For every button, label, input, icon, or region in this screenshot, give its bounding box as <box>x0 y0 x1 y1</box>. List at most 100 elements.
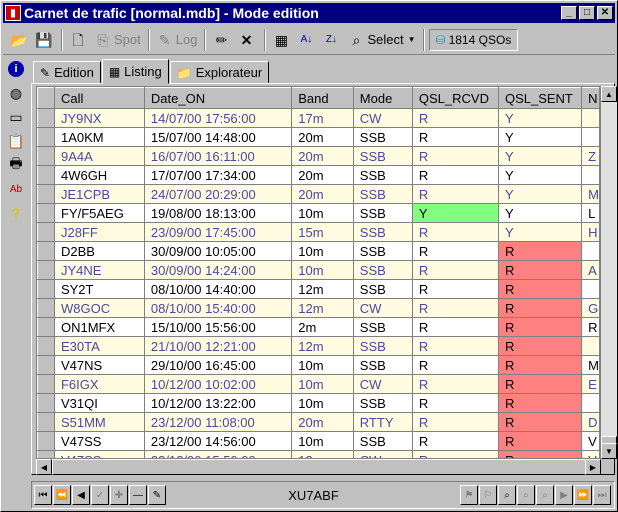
qsl-sent-cell[interactable]: R <box>498 431 583 451</box>
date-cell[interactable]: 08/10/00 14:40:00 <box>144 279 293 299</box>
row-indicator[interactable] <box>37 393 55 413</box>
title-bar[interactable]: ▮ Carnet de trafic [normal.mdb] - Mode e… <box>3 3 615 23</box>
qsl-rcvd-cell[interactable]: R <box>412 260 499 280</box>
qsl-sent-cell[interactable]: Y <box>498 108 583 128</box>
band-cell[interactable]: 12m <box>291 450 354 458</box>
band-cell[interactable]: 20m <box>291 165 354 185</box>
table-row[interactable]: JY9NX 14/07/00 17:56:00 17m CW R Y <box>37 108 600 128</box>
note-cell[interactable]: H <box>581 222 600 242</box>
date-cell[interactable]: 23/12/00 14:56:00 <box>144 431 293 451</box>
band-cell[interactable]: 17m <box>291 108 354 128</box>
qsl-sent-cell[interactable]: R <box>498 450 583 458</box>
mode-cell[interactable]: SSB <box>353 431 413 451</box>
nav-insert-button[interactable]: ✚ <box>110 485 128 505</box>
note-cell[interactable] <box>581 165 600 185</box>
mode-cell[interactable]: SSB <box>353 393 413 413</box>
qsl-rcvd-cell[interactable]: Y <box>412 203 499 223</box>
row-indicator[interactable] <box>37 279 55 299</box>
print-button[interactable]: 🖶 <box>5 155 27 175</box>
band-cell[interactable]: 20m <box>291 127 354 147</box>
mode-cell[interactable]: SSB <box>353 165 413 185</box>
sort-ascending-button[interactable]: A↓ <box>295 28 320 52</box>
call-cell[interactable]: V31QI <box>54 393 145 413</box>
band-cell[interactable]: 10m <box>291 203 354 223</box>
column-header-call[interactable]: Call <box>53 87 145 109</box>
nav-prev-page-button[interactable]: ⏪ <box>53 485 71 505</box>
qsl-rcvd-cell[interactable]: R <box>412 127 499 147</box>
date-cell[interactable]: 16/07/00 16:11:00 <box>144 146 293 166</box>
nav-bookmark-button[interactable]: ⚐ <box>479 485 497 505</box>
qsl-rcvd-cell[interactable]: R <box>412 450 499 458</box>
column-header-band[interactable]: Band <box>291 87 354 109</box>
call-cell[interactable]: 9A4A <box>54 146 145 166</box>
row-indicator[interactable] <box>37 127 55 147</box>
clipboard-button[interactable]: 📋 <box>5 131 27 151</box>
nav-filter-button[interactable]: ⚑ <box>460 485 478 505</box>
date-cell[interactable]: 23/12/00 11:08:00 <box>144 412 293 432</box>
note-cell[interactable]: M <box>581 184 600 204</box>
row-indicator[interactable] <box>37 203 55 223</box>
call-cell[interactable]: ON1MFX <box>54 317 145 337</box>
edit-button[interactable]: ✏ <box>210 28 235 52</box>
qsl-rcvd-cell[interactable]: R <box>412 374 499 394</box>
note-cell[interactable] <box>581 108 600 128</box>
date-cell[interactable]: 10/12/00 13:22:00 <box>144 393 293 413</box>
spell-check-button[interactable]: Ab <box>5 179 27 199</box>
date-cell[interactable]: 29/10/00 16:45:00 <box>144 355 293 375</box>
horizontal-scroll-thumb[interactable] <box>52 459 588 475</box>
row-indicator[interactable] <box>37 298 55 318</box>
table-row[interactable]: E30TA 21/10/00 12:21:00 12m SSB R R <box>37 336 600 356</box>
call-cell[interactable]: D2BB <box>54 241 145 261</box>
close-button[interactable]: ✕ <box>597 6 613 20</box>
mode-cell[interactable]: SSB <box>353 184 413 204</box>
scroll-right-button[interactable]: ▶ <box>585 459 601 475</box>
band-cell[interactable]: 12m <box>291 298 354 318</box>
app-icon[interactable]: ▮ <box>5 5 21 21</box>
row-indicator[interactable] <box>37 374 55 394</box>
qsl-sent-cell[interactable]: R <box>498 260 583 280</box>
table-row[interactable]: SY2T 08/10/00 14:40:00 12m SSB R R <box>37 279 600 299</box>
mode-cell[interactable]: CW <box>353 374 413 394</box>
nav-next-page-button[interactable]: ⏩ <box>574 485 592 505</box>
mode-cell[interactable]: SSB <box>353 146 413 166</box>
call-cell[interactable]: JY4NE <box>54 260 145 280</box>
vertical-scrollbar[interactable]: ▲ ▼ <box>601 86 617 459</box>
table-row[interactable]: D2BB 30/09/00 10:05:00 10m SSB R R <box>37 241 600 261</box>
qsl-sent-cell[interactable]: R <box>498 317 583 337</box>
mode-cell[interactable]: RTTY <box>353 412 413 432</box>
row-indicator[interactable] <box>37 450 55 458</box>
table-row[interactable]: S51MM 23/12/00 11:08:00 20m RTTY R R D <box>37 412 600 432</box>
band-cell[interactable]: 2m <box>291 317 354 337</box>
tab-edition[interactable]: ✎ Edition <box>33 61 101 83</box>
table-row[interactable]: V47NS 29/10/00 16:45:00 10m SSB R R M <box>37 355 600 375</box>
qsl-rcvd-cell[interactable]: R <box>412 355 499 375</box>
qsl-rcvd-cell[interactable]: R <box>412 146 499 166</box>
save-button[interactable]: 💾 <box>32 28 57 52</box>
nav-find-next-button[interactable]: ⌕ <box>536 485 554 505</box>
qso-grid[interactable]: Call Date_ON Band Mode QSL_RCVD QSL_SENT N JY9… <box>36 86 601 459</box>
table-row[interactable]: V47SS 23/12/00 14:56:00 10m SSB R R V <box>37 431 600 451</box>
mode-cell[interactable]: SSB <box>353 260 413 280</box>
new-button[interactable]: 🗋 <box>67 28 92 52</box>
table-row[interactable]: V31QI 10/12/00 13:22:00 10m SSB R R <box>37 393 600 413</box>
date-cell[interactable]: 21/10/00 12:21:00 <box>144 336 293 356</box>
date-cell[interactable]: 08/10/00 15:40:00 <box>144 298 293 318</box>
qsl-sent-cell[interactable]: Y <box>498 146 583 166</box>
band-cell[interactable]: 12m <box>291 336 354 356</box>
row-indicator[interactable] <box>37 336 55 356</box>
qsl-sent-cell[interactable]: Y <box>498 127 583 147</box>
band-cell[interactable]: 10m <box>291 241 354 261</box>
globe-button[interactable]: ◍ <box>5 83 27 103</box>
qsl-rcvd-cell[interactable]: R <box>412 184 499 204</box>
note-cell[interactable] <box>581 336 600 356</box>
call-cell[interactable]: E30TA <box>54 336 145 356</box>
qsl-rcvd-cell[interactable]: R <box>412 165 499 185</box>
call-cell[interactable]: JY9NX <box>54 108 145 128</box>
table-row[interactable]: 9A4A 16/07/00 16:11:00 20m SSB R Y Z <box>37 146 600 166</box>
date-cell[interactable]: 17/07/00 17:34:00 <box>144 165 293 185</box>
note-cell[interactable]: D <box>581 412 600 432</box>
nav-delete-button[interactable]: — <box>129 485 147 505</box>
note-cell[interactable]: V <box>581 450 600 458</box>
nav-edit-button[interactable]: ✓ <box>91 485 109 505</box>
qsl-rcvd-cell[interactable]: R <box>412 108 499 128</box>
